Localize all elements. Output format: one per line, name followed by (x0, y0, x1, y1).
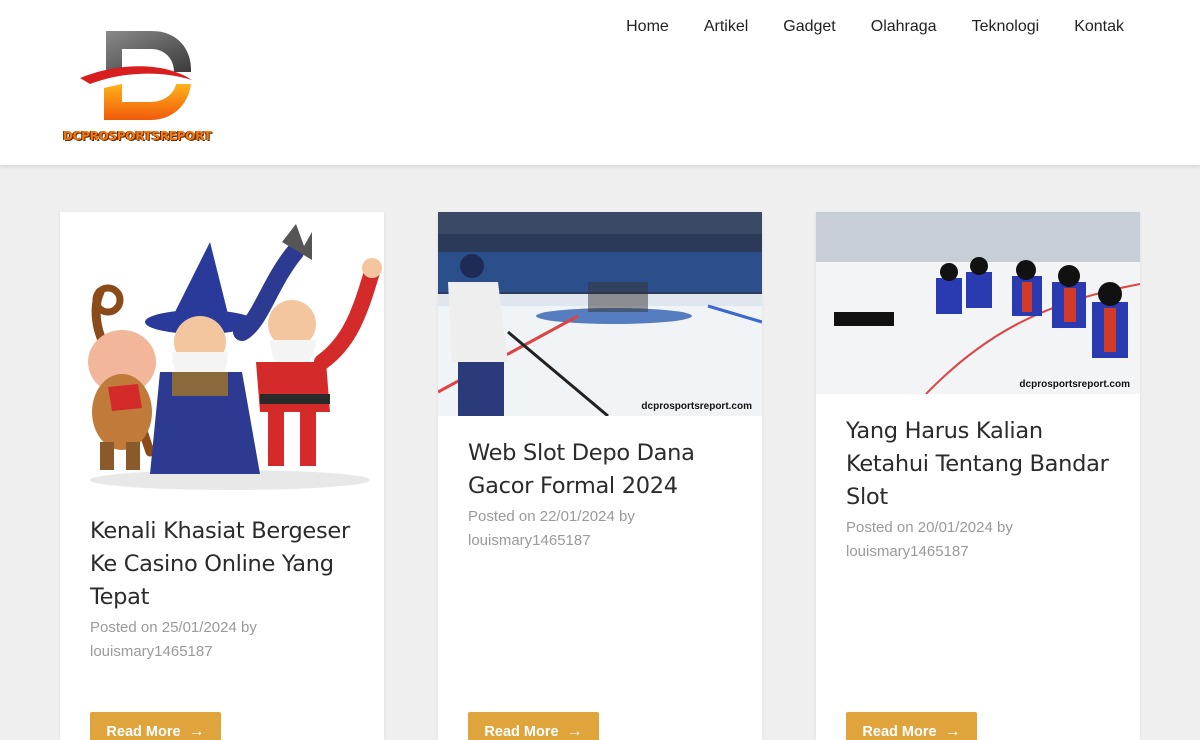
arrow-right-icon: → (566, 723, 583, 740)
read-more-label: Read More (862, 724, 937, 740)
nav-artikel[interactable]: Artikel (686, 17, 765, 37)
post-date[interactable]: 25/01/2024 (162, 619, 237, 636)
nav-olahraga[interactable]: Olahraga (853, 17, 954, 37)
post-body: Web Slot Depo Dana Gacor Formal 2024 Pos… (468, 437, 738, 553)
image-watermark: dcprosportsreport.com (641, 401, 752, 412)
post-body: Yang Harus Kalian Ketahui Tentang Bandar… (846, 415, 1116, 564)
post-title[interactable]: Kenali Khasiat Bergeser Ke Casino Online… (90, 515, 360, 614)
logo-text: DCPROSPORTSREPORT (63, 129, 212, 143)
nav-teknologi[interactable]: Teknologi (954, 17, 1057, 37)
post-card: Kenali Khasiat Bergeser Ke Casino Online… (60, 212, 384, 740)
by-label: by (996, 519, 1013, 536)
read-more-label: Read More (484, 724, 559, 740)
post-meta: Posted on 22/01/2024 by louismary1465187 (468, 505, 738, 553)
post-meta: Posted on 20/01/2024 by louismary1465187 (846, 516, 1116, 564)
post-author[interactable]: louismary1465187 (846, 543, 969, 560)
post-thumbnail[interactable]: dcprosportsreport.com (438, 212, 762, 416)
post-title[interactable]: Yang Harus Kalian Ketahui Tentang Bandar… (846, 415, 1116, 514)
nav-home[interactable]: Home (609, 17, 687, 37)
read-more-label: Read More (106, 724, 181, 740)
site-logo[interactable]: DCPROSPORTSREPORT (60, 28, 212, 148)
arrow-right-icon: → (188, 723, 205, 740)
post-date[interactable]: 20/01/2024 (918, 519, 993, 536)
post-author[interactable]: louismary1465187 (90, 643, 213, 660)
by-label: by (618, 508, 635, 525)
post-title[interactable]: Web Slot Depo Dana Gacor Formal 2024 (468, 437, 738, 503)
read-more-button[interactable]: Read More → (90, 712, 221, 740)
read-more-button[interactable]: Read More → (468, 712, 599, 740)
hockey-arena-photo (438, 212, 762, 416)
by-label: by (240, 619, 257, 636)
image-watermark: dcprosportsreport.com (1019, 379, 1130, 390)
post-meta: Posted on 25/01/2024 by louismary1465187 (90, 616, 360, 664)
nav-kontak[interactable]: Kontak (1057, 17, 1142, 37)
post-body: Kenali Khasiat Bergeser Ke Casino Online… (90, 515, 360, 664)
casino-characters-illustration (60, 212, 384, 502)
nav-gadget[interactable]: Gadget (766, 17, 853, 37)
post-author[interactable]: louismary1465187 (468, 532, 591, 549)
arrow-right-icon: → (944, 723, 961, 740)
read-more-button[interactable]: Read More → (846, 712, 977, 740)
post-thumbnail[interactable]: dcprosportsreport.com (816, 212, 1140, 394)
post-date[interactable]: 22/01/2024 (540, 508, 615, 525)
main-nav: Home Artikel Gadget Olahraga Teknologi K… (609, 17, 1142, 37)
posted-on-label: Posted on (846, 519, 914, 536)
post-card: dcprosportsreport.com Yang Harus Kalian … (816, 212, 1140, 740)
posted-on-label: Posted on (90, 619, 158, 636)
youth-hockey-photo (816, 212, 1140, 394)
post-card: dcprosportsreport.com Web Slot Depo Dana… (438, 212, 762, 740)
post-thumbnail[interactable] (60, 212, 384, 502)
site-header: DCPROSPORTSREPORT Home Artikel Gadget Ol… (0, 0, 1200, 165)
logo-d-mark (80, 31, 192, 120)
posted-on-label: Posted on (468, 508, 536, 525)
